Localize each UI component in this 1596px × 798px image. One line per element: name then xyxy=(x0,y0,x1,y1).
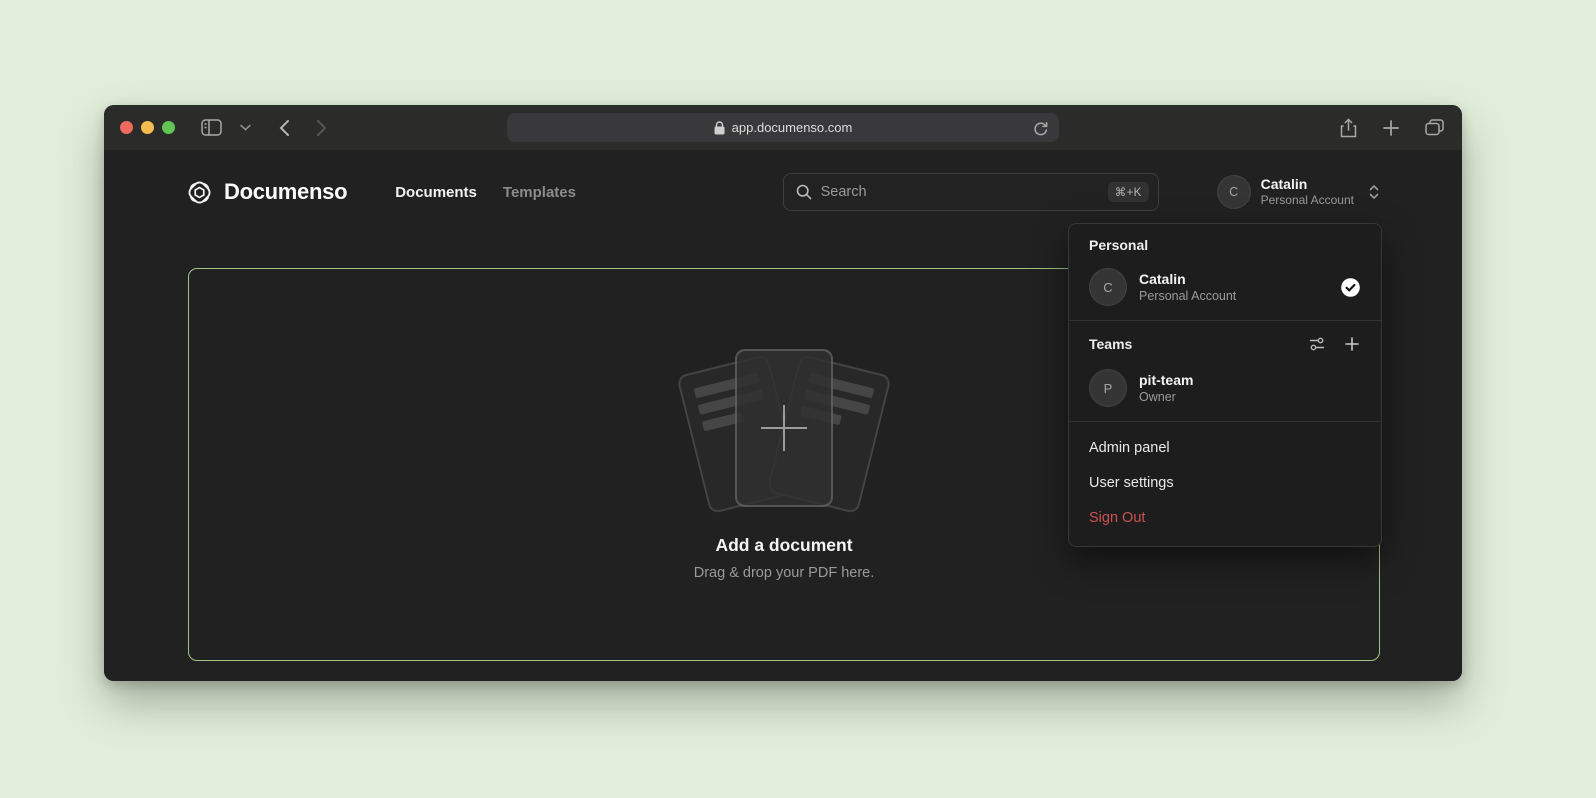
browser-window: app.documenso.com xyxy=(104,105,1462,681)
lock-icon xyxy=(714,121,725,135)
search-shortcut-badge: ⌘+K xyxy=(1108,182,1149,202)
nav-documents[interactable]: Documents xyxy=(395,184,477,201)
avatar: C xyxy=(1089,268,1127,306)
personal-section-heading: Personal xyxy=(1081,232,1369,260)
search-input[interactable] xyxy=(821,184,1108,200)
new-tab-icon[interactable] xyxy=(1381,118,1401,138)
documenso-logo-icon xyxy=(186,179,213,206)
team-item[interactable]: P pit-team Owner xyxy=(1081,361,1369,415)
main-nav: Documents Templates xyxy=(395,184,576,201)
window-controls xyxy=(120,121,175,134)
menu-item-admin-panel[interactable]: Admin panel xyxy=(1081,431,1369,465)
browser-titlebar: app.documenso.com xyxy=(104,105,1462,150)
nav-templates[interactable]: Templates xyxy=(503,184,576,201)
avatar: C xyxy=(1217,175,1251,209)
chevrons-up-down-icon xyxy=(1368,184,1380,200)
account-item-name: Catalin xyxy=(1139,270,1236,288)
plus-icon xyxy=(761,405,807,451)
app-header: Documenso Documents Templates ⌘+K C xyxy=(104,150,1462,234)
account-name: Catalin xyxy=(1261,176,1354,194)
account-menu-button[interactable]: C Catalin Personal Account xyxy=(1217,175,1380,209)
close-window-button[interactable] xyxy=(120,121,133,134)
team-role: Owner xyxy=(1139,389,1193,405)
document-stack-illustration xyxy=(664,349,904,511)
search-icon xyxy=(796,184,812,200)
team-name: pit-team xyxy=(1139,371,1193,389)
reload-icon[interactable] xyxy=(1031,119,1050,139)
personal-account-item[interactable]: C Catalin Personal Account xyxy=(1081,260,1369,314)
sidebar-chevron-down-icon[interactable] xyxy=(238,122,253,133)
address-text: app.documenso.com xyxy=(732,120,853,135)
search-bar[interactable]: ⌘+K xyxy=(783,173,1159,211)
menu-item-sign-out[interactable]: Sign Out xyxy=(1081,501,1369,535)
manage-teams-icon[interactable] xyxy=(1307,334,1327,354)
menu-item-user-settings[interactable]: User settings xyxy=(1081,466,1369,500)
check-circle-icon xyxy=(1340,277,1361,298)
sidebar-toggle-icon[interactable] xyxy=(199,117,224,138)
brand[interactable]: Documenso xyxy=(186,179,347,206)
dropzone-subtitle: Drag & drop your PDF here. xyxy=(694,565,875,581)
add-team-icon[interactable] xyxy=(1343,335,1361,353)
avatar: P xyxy=(1089,369,1127,407)
teams-section-heading: Teams xyxy=(1089,336,1132,352)
app-page: Documenso Documents Templates ⌘+K C xyxy=(104,150,1462,681)
minimize-window-button[interactable] xyxy=(141,121,154,134)
tab-overview-icon[interactable] xyxy=(1423,117,1446,138)
account-dropdown-menu: Personal C Catalin Personal Account xyxy=(1068,223,1382,547)
forward-icon[interactable] xyxy=(314,117,329,139)
zoom-window-button[interactable] xyxy=(162,121,175,134)
add-document-card xyxy=(735,349,833,507)
back-icon[interactable] xyxy=(277,117,292,139)
account-subtitle: Personal Account xyxy=(1261,193,1354,208)
dropzone-title: Add a document xyxy=(715,535,852,556)
brand-name: Documenso xyxy=(224,179,347,205)
share-icon[interactable] xyxy=(1338,116,1359,140)
address-bar[interactable]: app.documenso.com xyxy=(507,113,1059,142)
account-item-subtitle: Personal Account xyxy=(1139,288,1236,304)
